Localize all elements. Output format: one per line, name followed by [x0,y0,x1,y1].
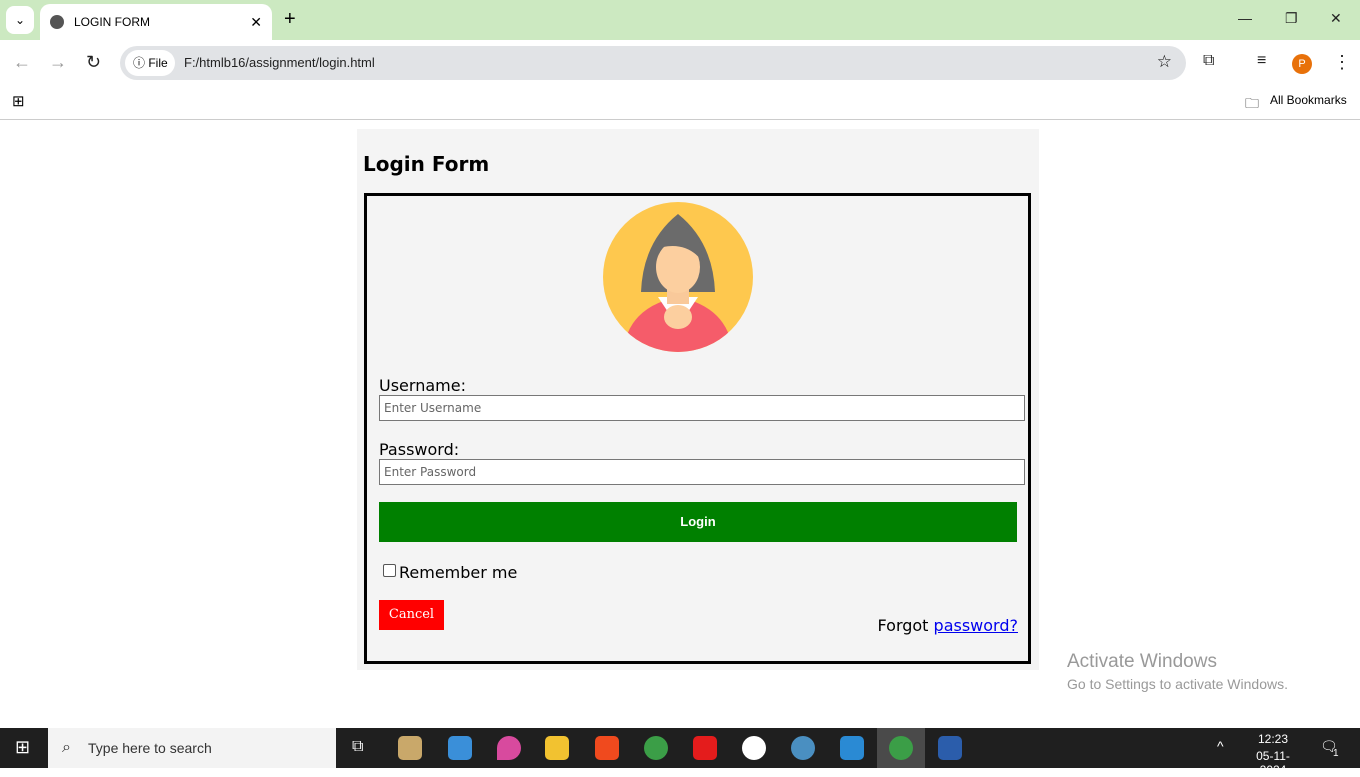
user-avatar-image [603,202,753,352]
taskbar-search[interactable]: ⌕ Type here to search [48,728,336,768]
all-bookmarks[interactable]: All Bookmarks [1270,93,1347,107]
chrome-active-icon[interactable] [889,736,913,760]
word-icon[interactable] [938,736,962,760]
username-input[interactable]: Enter Username [379,395,1025,421]
page-content: Login Form Username: Enter Username Pass… [0,121,1360,728]
minimize-button[interactable]: — [1238,10,1252,26]
forward-button[interactable]: → [49,52,67,73]
remember-me-label: Remember me [399,563,518,582]
reload-button[interactable]: ↻ [86,52,101,73]
apps-grid-icon[interactable]: ⊞ [12,92,25,110]
notification-count: 1 [1333,748,1339,759]
close-tab-icon[interactable]: ✕ [250,14,262,31]
extensions-icon[interactable]: ⧉ [1203,52,1214,70]
search-icon: ⌕ [62,739,71,756]
login-panel: Login Form Username: Enter Username Pass… [357,129,1039,670]
windows-start-icon[interactable]: ⊞ [15,737,30,758]
tab-search-button[interactable]: ⌄ [6,6,34,34]
username-label: Username: [379,376,466,395]
task-view-icon[interactable]: ⧉ [352,738,363,756]
login-form: Username: Enter Username Password: Enter… [364,193,1031,664]
search-placeholder: Type here to search [88,740,212,756]
restore-button[interactable]: ❐ [1285,10,1298,27]
date: 05-11-2024 [1256,749,1290,777]
password-input[interactable]: Enter Password [379,459,1025,485]
chip-label: File [148,56,168,70]
clock[interactable]: 12:23 05-11-2024 [1243,732,1303,777]
app-icon[interactable] [742,736,766,760]
folder-icon: 🗀 [1245,95,1259,111]
photos-icon[interactable] [448,736,472,760]
file-explorer-icon[interactable] [545,736,569,760]
edge-app-icon[interactable] [791,736,815,760]
forgot-password-link[interactable]: password? [934,616,1018,635]
forgot-text: Forgot [877,616,934,635]
taskbar: ⊞ ⌕ Type here to search ⧉ ^ 12:23 05-11-… [0,728,1360,777]
page-title: Login Form [363,152,490,176]
close-window-button[interactable]: ✕ [1330,10,1342,27]
paint-icon[interactable] [398,736,422,760]
info-icon: ⓘ [133,56,149,70]
back-button[interactable]: ← [13,52,31,73]
browser-toolbar: ← → ↻ ⓘ File F:/htmlb16/assignment/login… [0,40,1360,86]
cancel-button[interactable]: Cancel [379,600,444,630]
chevron-up-icon[interactable]: ^ [1217,738,1224,754]
brave-icon[interactable] [595,736,619,760]
password-label: Password: [379,440,460,459]
globe-icon [50,15,64,29]
watermark-title: Activate Windows [1067,651,1217,672]
url-text[interactable]: F:/htmlb16/assignment/login.html [184,55,375,70]
time: 12:23 [1257,732,1289,746]
profile-avatar[interactable]: P [1292,54,1312,74]
remember-me-checkbox[interactable] [383,564,396,577]
tab-strip: ⌄ LOGIN FORM ✕ + — ❐ ✕ [0,0,1360,40]
menu-icon[interactable]: ⋮ [1333,52,1351,73]
vscode-icon[interactable] [840,736,864,760]
chrome-icon[interactable] [644,736,668,760]
site-info-chip[interactable]: ⓘ File [125,50,175,76]
youtube-icon[interactable] [693,736,717,760]
activate-windows-watermark: Activate Windows Go to Settings to activ… [1067,651,1288,692]
watermark-subtitle: Go to Settings to activate Windows. [1067,676,1288,692]
new-tab-button[interactable]: + [284,8,296,31]
drop-app-icon[interactable] [497,736,521,760]
bookmarks-bar: ⊞ 🗀 All Bookmarks [0,86,1360,120]
bookmark-star-icon[interactable]: ☆ [1157,52,1172,72]
tab-title: LOGIN FORM [74,15,151,29]
forgot-password: Forgot password? [878,616,1018,635]
address-bar[interactable]: ⓘ File F:/htmlb16/assignment/login.html … [120,46,1186,80]
tab-login-form[interactable]: LOGIN FORM ✕ [40,4,272,40]
media-control-icon[interactable]: ≡ [1257,52,1266,70]
login-button[interactable]: Login [379,502,1017,542]
